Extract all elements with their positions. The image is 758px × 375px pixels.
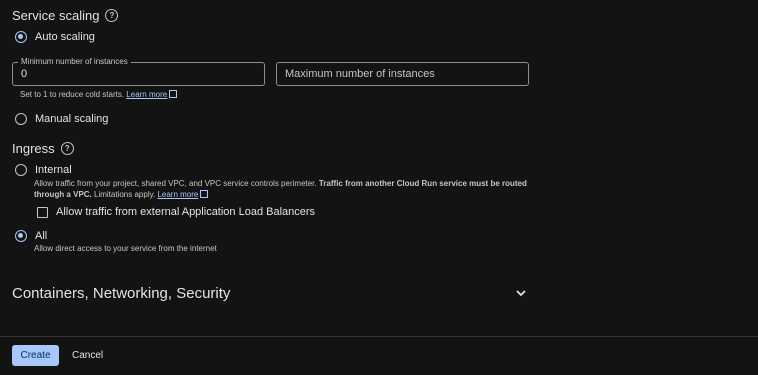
learn-more-link[interactable]: Learn more <box>126 90 167 99</box>
load-balancer-option[interactable]: Allow traffic from external Application … <box>37 206 315 218</box>
help-circle-icon[interactable]: ? <box>60 142 74 155</box>
manual-scaling-radio[interactable] <box>15 113 27 125</box>
all-radio[interactable] <box>15 230 27 242</box>
internal-option[interactable]: Internal <box>15 164 72 176</box>
min-instances-label: Minimum number of instances <box>18 57 131 66</box>
all-description: Allow direct access to your service from… <box>34 244 217 253</box>
footer-divider <box>0 336 758 337</box>
internal-desc-bold: Traffic from another Cloud Run service m… <box>318 179 527 188</box>
service-scaling-title: Service scaling <box>12 8 100 23</box>
internal-desc-text: Allow traffic from your project, shared … <box>34 179 319 188</box>
containers-accordion[interactable]: Containers, Networking, Security <box>12 285 530 305</box>
manual-scaling-option[interactable]: Manual scaling <box>15 113 108 125</box>
load-balancer-label: Allow traffic from external Application … <box>56 206 316 218</box>
internal-radio[interactable] <box>15 164 27 176</box>
internal-description: Allow traffic from your project, shared … <box>34 178 534 200</box>
service-scaling-heading: Service scaling ? <box>12 8 119 23</box>
ingress-title: Ingress <box>12 141 55 156</box>
external-link-icon <box>169 90 178 98</box>
manual-scaling-label: Manual scaling <box>35 113 109 125</box>
min-help-text: Set to 1 to reduce cold starts. <box>20 90 125 99</box>
internal-desc-text-2: Limitations apply. <box>91 190 158 199</box>
all-label: All <box>35 230 48 242</box>
external-link-icon <box>200 190 209 198</box>
internal-label: Internal <box>35 164 72 176</box>
help-circle-icon[interactable]: ? <box>105 9 119 22</box>
auto-scaling-option[interactable]: Auto scaling <box>15 31 95 43</box>
learn-more-link[interactable]: Learn more <box>157 190 198 199</box>
load-balancer-checkbox[interactable] <box>37 206 48 218</box>
min-instances-field[interactable]: Minimum number of instances <box>12 57 265 86</box>
internal-desc-bold-2: through a VPC. <box>34 190 92 199</box>
chevron-down-icon[interactable] <box>515 288 527 298</box>
auto-scaling-radio[interactable] <box>15 31 27 43</box>
create-button[interactable]: Create <box>12 345 59 366</box>
max-instances-field[interactable] <box>276 62 529 86</box>
all-option[interactable]: All <box>15 230 47 242</box>
min-instances-help: Set to 1 to reduce cold starts. Learn mo… <box>20 89 178 100</box>
auto-scaling-label: Auto scaling <box>35 31 95 43</box>
cancel-button[interactable]: Cancel <box>72 350 103 361</box>
max-instances-input[interactable] <box>277 63 528 85</box>
accordion-title: Containers, Networking, Security <box>12 285 231 302</box>
min-instances-input[interactable] <box>13 63 264 85</box>
ingress-heading: Ingress ? <box>12 141 74 156</box>
